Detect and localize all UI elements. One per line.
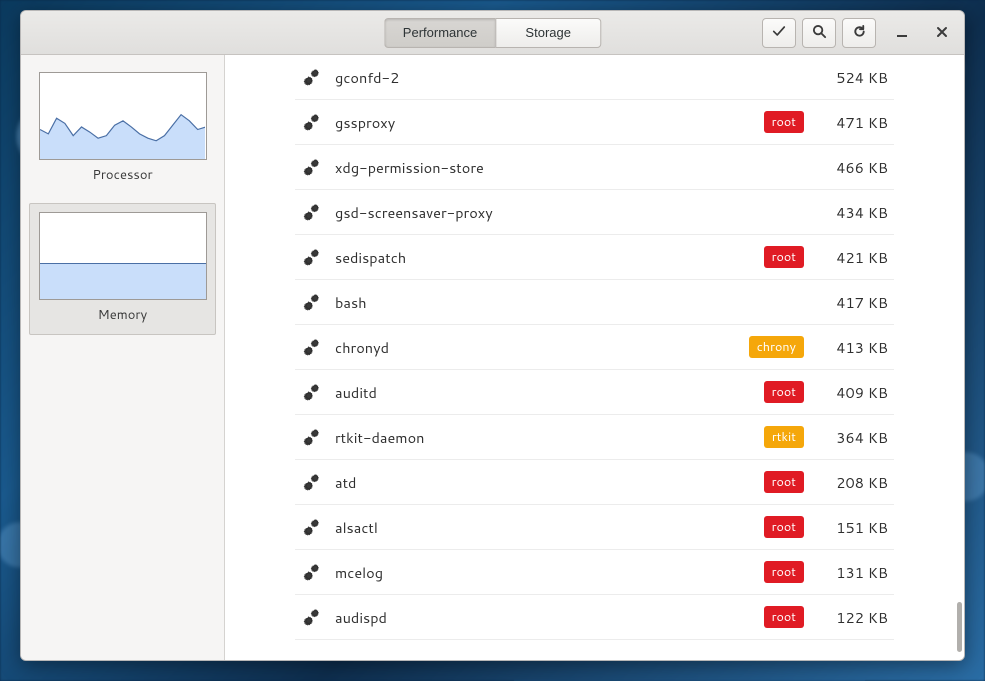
process-name: rtkit-daemon — [335, 427, 752, 448]
process-name: audispd — [335, 607, 752, 628]
scrollbar-thumb[interactable] — [957, 602, 962, 652]
process-row[interactable]: gconfd-2 524 KB — [295, 55, 894, 100]
process-name: xdg-permission-store — [335, 157, 804, 178]
user-tag: chrony — [749, 336, 804, 358]
process-size: 131 KB — [816, 562, 888, 583]
user-tag: root — [764, 606, 804, 628]
process-size: 417 KB — [816, 292, 888, 313]
process-name: sedispatch — [335, 247, 752, 268]
process-size: 122 KB — [816, 607, 888, 628]
user-tag: root — [764, 516, 804, 538]
close-button[interactable] — [928, 19, 956, 47]
search-icon — [812, 24, 827, 42]
process-size: 471 KB — [816, 112, 888, 133]
process-row[interactable]: audispd root 122 KB — [295, 595, 894, 640]
gear-icon — [301, 381, 323, 403]
process-name: auditd — [335, 382, 752, 403]
process-size: 364 KB — [816, 427, 888, 448]
sidebar-item-label: Memory — [38, 306, 207, 324]
process-size: 208 KB — [816, 472, 888, 493]
user-tag: root — [764, 561, 804, 583]
tab-storage[interactable]: Storage — [495, 18, 601, 48]
header-bar: Performance Storage — [21, 11, 964, 55]
process-name: atd — [335, 472, 752, 493]
process-row[interactable]: gsd-screensaver-proxy 434 KB — [295, 190, 894, 235]
process-size: 421 KB — [816, 247, 888, 268]
process-size: 524 KB — [816, 67, 888, 88]
process-size: 151 KB — [816, 517, 888, 538]
process-name: gssproxy — [335, 112, 752, 133]
process-row[interactable]: chronyd chrony 413 KB — [295, 325, 894, 370]
refresh-button[interactable] — [842, 18, 876, 48]
gear-icon — [301, 111, 323, 133]
process-row[interactable]: rtkit-daemon rtkit 364 KB — [295, 415, 894, 460]
process-name: gsd-screensaver-proxy — [335, 202, 804, 223]
process-name: gconfd-2 — [335, 67, 804, 88]
gear-icon — [301, 471, 323, 493]
sidebar-item-memory[interactable]: Memory — [29, 203, 216, 335]
scrollbar[interactable] — [954, 55, 962, 660]
usage-window: Performance Storage — [20, 10, 965, 661]
gear-icon — [301, 291, 323, 313]
check-button[interactable] — [762, 18, 796, 48]
gear-icon — [301, 426, 323, 448]
process-row[interactable]: mcelog root 131 KB — [295, 550, 894, 595]
sidebar-item-processor[interactable]: Processor — [29, 63, 216, 195]
gear-icon — [301, 336, 323, 358]
user-tag: root — [764, 381, 804, 403]
tab-performance[interactable]: Performance — [384, 18, 495, 48]
gear-icon — [301, 156, 323, 178]
processor-sparkline — [40, 73, 206, 160]
gear-icon — [301, 66, 323, 88]
process-row[interactable]: alsactl root 151 KB — [295, 505, 894, 550]
process-row[interactable]: sedispatch root 421 KB — [295, 235, 894, 280]
gear-icon — [301, 246, 323, 268]
user-tag: rtkit — [764, 426, 804, 448]
minimize-icon — [896, 25, 908, 41]
processor-thumbnail — [39, 72, 207, 160]
gear-icon — [301, 201, 323, 223]
minimize-button[interactable] — [888, 19, 916, 47]
gear-icon — [301, 606, 323, 628]
search-button[interactable] — [802, 18, 836, 48]
sidebar: Processor Memory — [21, 55, 225, 660]
process-list[interactable]: gconfd-2 524 KB gssproxy root 471 KB xdg-pe… — [225, 55, 964, 660]
process-row[interactable]: bash 417 KB — [295, 280, 894, 325]
view-switcher: Performance Storage — [384, 18, 601, 48]
user-tag: root — [764, 471, 804, 493]
memory-fill-level — [40, 263, 206, 299]
process-name: mcelog — [335, 562, 752, 583]
close-icon — [936, 25, 948, 41]
user-tag: root — [764, 111, 804, 133]
process-row[interactable]: auditd root 409 KB — [295, 370, 894, 415]
header-actions — [762, 18, 956, 48]
process-list-panel: gconfd-2 524 KB gssproxy root 471 KB xdg-pe… — [225, 55, 964, 660]
memory-thumbnail — [39, 212, 207, 300]
gear-icon — [301, 516, 323, 538]
process-name: chronyd — [335, 337, 737, 358]
content-area: Processor Memory gconfd-2 524 KB gssproxy… — [21, 55, 964, 660]
process-row[interactable]: gssproxy root 471 KB — [295, 100, 894, 145]
process-row[interactable]: atdroot 208 KB — [295, 460, 894, 505]
process-size: 413 KB — [816, 337, 888, 358]
sidebar-item-label: Processor — [38, 166, 207, 184]
process-row[interactable]: xdg-permission-store 466 KB — [295, 145, 894, 190]
check-icon — [772, 24, 786, 41]
process-name: bash — [335, 292, 804, 313]
refresh-icon — [852, 24, 867, 42]
user-tag: root — [764, 246, 804, 268]
process-size: 409 KB — [816, 382, 888, 403]
process-size: 434 KB — [816, 202, 888, 223]
gear-icon — [301, 561, 323, 583]
process-size: 466 KB — [816, 157, 888, 178]
process-name: alsactl — [335, 517, 752, 538]
